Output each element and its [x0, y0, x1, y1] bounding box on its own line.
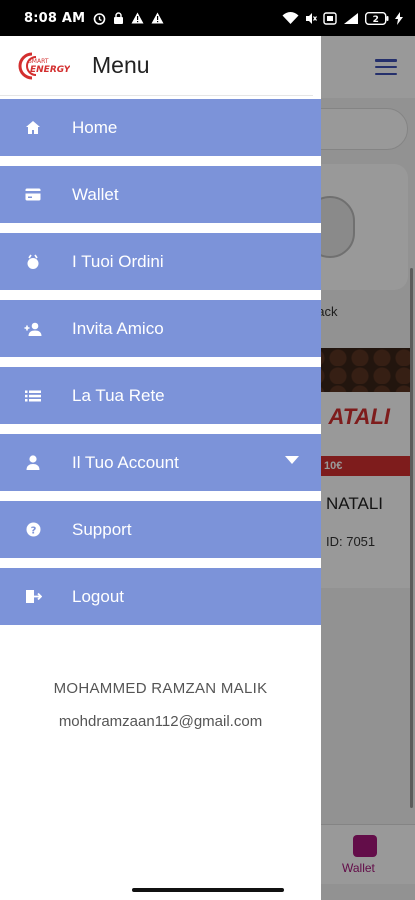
card-icon: [0, 188, 72, 201]
user-email: mohdramzaan112@gmail.com: [58, 713, 263, 730]
menu-item-label: Logout: [72, 586, 124, 606]
mute-icon: [305, 12, 317, 25]
svg-text:SMART: SMART: [28, 58, 49, 65]
menu-item-label: Home: [72, 117, 118, 137]
home-icon: [0, 120, 72, 135]
svg-text:?: ?: [30, 525, 36, 536]
svg-text:2: 2: [373, 15, 379, 25]
chevron-down-icon[interactable]: [285, 456, 299, 464]
list-icon: [0, 390, 72, 402]
status-bar: 8:08 AM 2: [0, 0, 415, 36]
menu-item-label: La Tua Rete: [72, 385, 165, 405]
menu-item-label: Support: [72, 519, 132, 539]
alarm-icon: [93, 12, 106, 25]
smart-energy-logo: SMART ENERGY: [18, 51, 72, 81]
warning-icon: [151, 12, 164, 24]
svg-text:ENERGY: ENERGY: [30, 65, 70, 75]
menu-item-orders[interactable]: I Tuoi Ordini: [0, 233, 321, 290]
battery-icon: 2: [365, 11, 389, 25]
lock-icon: [113, 11, 124, 25]
menu-item-label: Invita Amico: [72, 318, 164, 338]
charging-icon: [395, 11, 403, 25]
person-icon: [0, 455, 72, 470]
user-info: MOHAMMED RAMZAN MALIK mohdramzaan112@gma…: [0, 680, 321, 730]
logout-icon: [0, 589, 72, 604]
wifi-icon: [282, 11, 299, 25]
menu-item-label: Wallet: [72, 184, 119, 204]
menu-item-support[interactable]: ? Support: [0, 501, 321, 558]
signal-icon: [343, 12, 359, 25]
navigation-drawer: SMART ENERGY Menu Home Wallet I Tuoi Ord…: [0, 36, 321, 900]
menu-item-your-account[interactable]: Il Tuo Account: [0, 434, 321, 491]
drawer-header: SMART ENERGY Menu: [0, 36, 313, 96]
sim-icon: [323, 11, 337, 25]
menu-item-label: Il Tuo Account: [72, 452, 179, 472]
home-indicator[interactable]: [132, 888, 284, 892]
menu-item-logout[interactable]: Logout: [0, 568, 321, 625]
drawer-title: Menu: [92, 52, 150, 78]
menu-item-your-network[interactable]: La Tua Rete: [0, 367, 321, 424]
add-person-icon: [0, 322, 72, 336]
menu-item-wallet[interactable]: Wallet: [0, 166, 321, 223]
warning-icon: [131, 12, 144, 24]
menu-item-label: I Tuoi Ordini: [72, 251, 164, 271]
user-name: MOHAMMED RAMZAN MALIK: [53, 680, 268, 697]
help-icon: ?: [0, 522, 72, 537]
status-time: 8:08 AM: [24, 10, 86, 26]
orders-icon: [0, 254, 72, 270]
menu-item-home[interactable]: Home: [0, 99, 321, 156]
menu-item-invite-friend[interactable]: Invita Amico: [0, 300, 321, 357]
